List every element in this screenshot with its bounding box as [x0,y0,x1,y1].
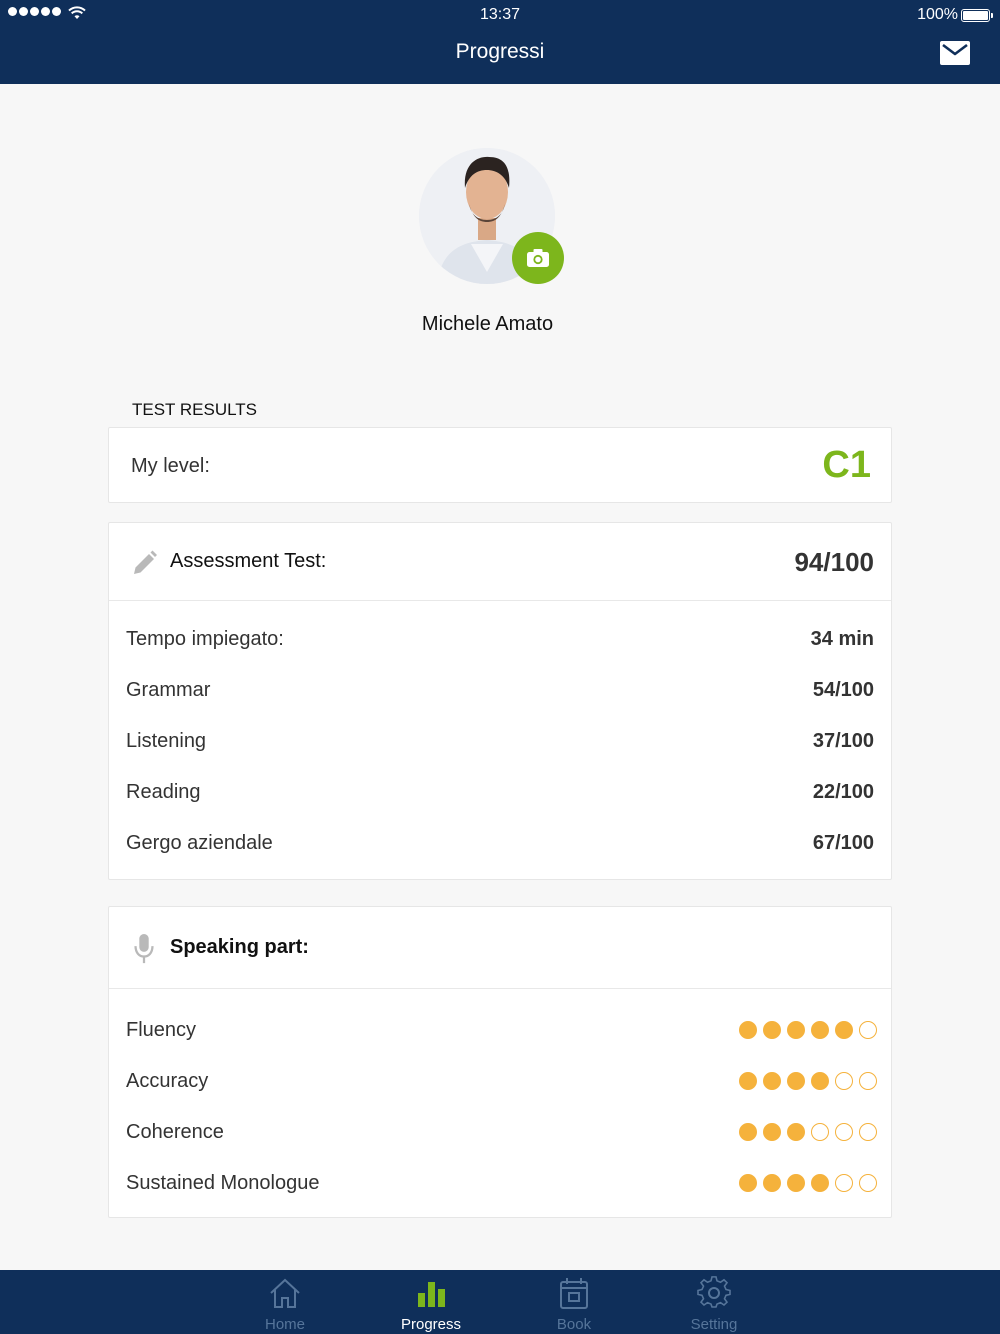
list-item: Grammar 54/100 [109,677,891,728]
assessment-score: 94/100 [794,547,874,577]
rating-dot-filled [787,1123,805,1141]
rating-dots [739,1123,877,1141]
list-item: Listening 37/100 [109,728,891,779]
rating-dot-empty [835,1123,853,1141]
list-item: Gergo aziendale 67/100 [109,830,891,881]
home-icon [270,1278,300,1308]
assessment-header: Assessment Test: 94/100 [109,523,891,601]
rating-dot-empty [859,1072,877,1090]
rating-dot-filled [739,1123,757,1141]
mail-icon[interactable] [940,41,970,65]
rating-dot-filled [811,1174,829,1192]
list-item: Tempo impiegato: 34 min [109,626,891,677]
status-time: 13:37 [479,6,521,23]
rating-dots [739,1174,877,1192]
list-item: Fluency [109,1017,891,1068]
row-value: 34 min [810,628,874,650]
my-level-label: My level: [131,455,210,477]
list-item: Accuracy [109,1068,891,1119]
list-item: Sustained Monologue [109,1170,891,1221]
speaking-header: Speaking part: [109,907,891,989]
tab-label: Book [556,1316,592,1333]
row-label: Gergo aziendale [126,832,273,854]
tab-label: Home [264,1316,305,1333]
row-value: 54/100 [812,679,874,701]
microphone-icon [134,933,154,964]
list-item: Reading 22/100 [109,779,891,830]
top-bar: 13:37 100% Progressi [0,0,1000,84]
row-value: 37/100 [812,730,874,752]
rating-dots [739,1072,877,1090]
calendar-icon [560,1278,588,1309]
my-level-value: C1 [822,444,871,486]
camera-icon [527,249,549,267]
rating-dot-empty [859,1021,877,1039]
rating-dot-empty [835,1072,853,1090]
speaking-card: Speaking part: Fluency Accuracy Coherenc… [108,906,892,1218]
rating-dot-empty [811,1123,829,1141]
row-label: Fluency [126,1019,197,1041]
tab-label: Progress [400,1316,462,1333]
tab-home[interactable]: Home [235,1270,335,1334]
row-label: Accuracy [126,1070,209,1092]
rating-dot-empty [859,1174,877,1192]
tab-progress[interactable]: Progress [381,1270,481,1334]
rating-dot-filled [763,1072,781,1090]
rating-dots [739,1021,877,1039]
tab-bar: Home Progress Book Setting [0,1270,1000,1334]
row-value: 22/100 [812,781,874,803]
row-label: Sustained Monologue [126,1172,320,1194]
rating-dot-filled [811,1072,829,1090]
rating-dot-empty [835,1174,853,1192]
rating-dot-filled [787,1174,805,1192]
rating-dot-filled [763,1174,781,1192]
rating-dot-filled [739,1174,757,1192]
rating-dot-filled [811,1021,829,1039]
row-label: Tempo impiegato: [126,628,284,650]
rating-dot-filled [763,1123,781,1141]
tab-setting[interactable]: Setting [664,1270,764,1334]
status-bar: 13:37 100% [0,0,1000,30]
assessment-card: Assessment Test: 94/100 Tempo impiegato:… [108,522,892,880]
page-title: Progressi [455,40,545,63]
pencil-icon [134,550,157,574]
bar-chart-icon [418,1282,445,1307]
rating-dot-filled [739,1072,757,1090]
tab-book[interactable]: Book [524,1270,624,1334]
speaking-title: Speaking part: [170,936,309,958]
row-label: Coherence [126,1121,224,1143]
rating-dot-filled [835,1021,853,1039]
rating-dot-empty [859,1123,877,1141]
rating-dot-filled [787,1021,805,1039]
row-value: 67/100 [812,832,874,854]
test-results-heading: TEST RESULTS [132,400,258,419]
user-name: Michele Amato [421,313,554,335]
rating-dot-filled [739,1021,757,1039]
tab-label: Setting [690,1316,738,1333]
gear-icon [697,1276,731,1308]
battery-icon [961,9,993,22]
row-label: Reading [126,781,201,803]
rating-dot-filled [787,1072,805,1090]
row-label: Grammar [126,679,211,701]
rating-dot-filled [763,1021,781,1039]
battery-percent: 100% [917,6,958,23]
list-item: Coherence [109,1119,891,1170]
change-photo-button[interactable] [512,232,564,284]
row-label: Listening [126,730,207,752]
assessment-title: Assessment Test: [170,550,327,572]
my-level-card: My level: C1 [108,427,892,503]
